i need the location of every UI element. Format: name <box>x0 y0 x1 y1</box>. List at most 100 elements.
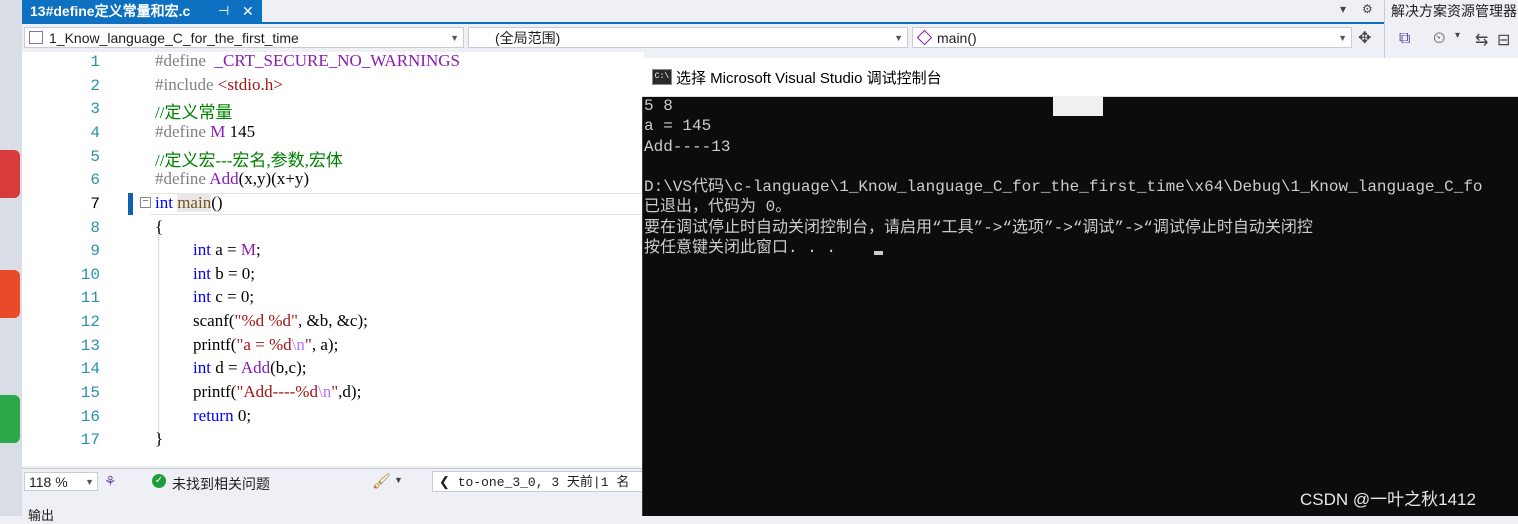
console-app-icon: C:\ <box>652 69 672 85</box>
code-token: M <box>240 240 256 259</box>
project-dropdown[interactable]: 1_Know_language_C_for_the_first_time ▼ <box>24 27 464 48</box>
output-tab-label[interactable]: 输出 <box>28 505 54 524</box>
code-token: scanf( <box>193 311 235 330</box>
line-number: 9 <box>90 242 100 260</box>
line-number: 16 <box>80 408 100 426</box>
watermark: CSDN @一叶之秋1412 <box>1300 490 1476 509</box>
code-line: int d = Add(b,c); <box>193 358 306 378</box>
code-token: a = <box>210 240 241 259</box>
code-token: \n <box>317 382 332 401</box>
code-line: scanf("%d %d", &b, &c); <box>193 311 368 331</box>
chevron-down-icon: ▼ <box>450 33 459 43</box>
tab-list-dropdown-icon[interactable]: ▾ <box>1340 2 1346 16</box>
console-line: 5 8 <box>644 97 673 115</box>
chevron-left-icon: ❮ <box>439 474 450 489</box>
code-token: ; <box>255 240 261 259</box>
code-token: 145 <box>225 122 256 141</box>
history-icon[interactable]: ⏲ <box>1433 30 1445 48</box>
console-line: 已退出，代码为 0。 <box>644 198 792 217</box>
line-number: 2 <box>90 77 100 95</box>
cleanup-brush-icon[interactable]: 🖌 <box>372 472 391 490</box>
code-line: printf("Add----%d\n",d); <box>193 382 361 402</box>
code-token: int <box>193 358 211 377</box>
code-line: //定义常量 <box>155 103 233 122</box>
tab-title: 13#define定义常量和宏.c <box>30 3 191 19</box>
console-line: 按任意键关闭此窗口. . . <box>644 239 837 258</box>
code-token: M <box>205 122 226 141</box>
intellicode-icon[interactable]: ⚘ <box>104 473 117 490</box>
project-dropdown-label: 1_Know_language_C_for_the_first_time <box>49 30 299 46</box>
code-token: "a = %d <box>236 335 292 354</box>
code-token: main <box>177 193 212 212</box>
code-line: int b = 0; <box>193 264 255 284</box>
code-token: <stdio.h> <box>213 75 283 94</box>
scope-dropdown[interactable]: (全局范围) ▼ <box>468 27 908 48</box>
code-token: int <box>193 240 211 259</box>
split-editor-icon[interactable]: ✥ <box>1358 28 1371 48</box>
zoom-dropdown[interactable]: 118 % ▼ <box>24 472 98 491</box>
code-line: #include <stdio.h> <box>155 75 283 95</box>
project-icon <box>29 31 43 44</box>
check-icon: ✓ <box>152 474 166 488</box>
code-token: \n <box>291 335 305 354</box>
close-icon[interactable]: ✕ <box>242 0 254 22</box>
git-blame-box[interactable]: ❮ to-one_3_0, 3 天前|1 名 <box>432 471 644 492</box>
console-line: 要在调试停止时自动关闭控制台，请启用“工具”->“选项”->“调试”->“调试停… <box>644 218 1313 237</box>
function-dropdown-label: main() <box>937 30 977 46</box>
desktop-app-icon[interactable] <box>0 150 20 198</box>
line-number: 4 <box>90 124 100 142</box>
code-line: int a = M; <box>193 240 261 260</box>
chevron-down-icon: ▼ <box>894 33 903 43</box>
code-line: int main() <box>155 193 223 213</box>
line-number: 15 <box>80 384 100 402</box>
line-number: 17 <box>80 431 100 449</box>
function-icon <box>916 29 933 46</box>
git-blame-text: to-one_3_0, 3 天前|1 名 <box>457 475 630 490</box>
vs-icon[interactable]: ⧉ <box>1399 30 1410 48</box>
console-titlebar[interactable]: C:\ 选择 Microsoft Visual Studio 调试控制台 <box>642 58 1518 97</box>
code-line: } <box>155 429 164 448</box>
chevron-down-icon[interactable]: ▾ <box>1455 30 1460 41</box>
code-token: int <box>193 264 211 283</box>
code-token: #define <box>155 169 206 188</box>
navigation-bar: 1_Know_language_C_for_the_first_time ▼ (… <box>22 24 1384 52</box>
code-token: "%d %d" <box>234 311 298 330</box>
settings-gear-icon[interactable]: ⚙ <box>1362 2 1373 16</box>
code-editor[interactable] <box>22 52 644 466</box>
pin-icon[interactable]: ⊣ <box>218 0 229 22</box>
code-line: //定义宏---宏名,参数,宏体 <box>155 151 343 170</box>
desktop-app-icon[interactable] <box>0 395 20 443</box>
chevron-down-icon: ▼ <box>85 477 94 487</box>
collapse-all-icon[interactable]: ⊟ <box>1497 30 1510 50</box>
code-token: ,d); <box>338 382 362 401</box>
editor-status-bar: 118 % ▼ ⚘ ✓ 未找到相关问题 🖌 ▼ ❮ to-one_3_0, 3 … <box>22 468 644 495</box>
desktop-strip <box>0 0 22 516</box>
chevron-down-icon[interactable]: ▼ <box>394 475 403 485</box>
output-panel-header: 输出 <box>22 494 644 523</box>
tab-active-file[interactable]: 13#define定义常量和宏.c ⊣ ✕ <box>22 0 262 22</box>
function-dropdown[interactable]: main() ▼ <box>912 27 1352 48</box>
collapse-toggle-icon[interactable]: − <box>140 197 151 208</box>
code-token: " <box>304 335 312 354</box>
console-cursor <box>874 251 883 255</box>
line-number: 10 <box>80 266 100 284</box>
line-number: 12 <box>80 313 100 331</box>
code-line: return 0; <box>193 406 251 426</box>
issues-status[interactable]: 未找到相关问题 <box>172 474 270 494</box>
line-number: 6 <box>90 171 100 189</box>
console-title: 选择 Microsoft Visual Studio 调试控制台 <box>676 70 942 87</box>
code-line: #define _CRT_SECURE_NO_WARNINGS <box>155 51 460 71</box>
change-marker <box>128 193 133 215</box>
line-number: 5 <box>90 148 100 166</box>
indent-guide <box>158 224 159 438</box>
code-line: { <box>155 217 164 236</box>
code-token: d = <box>210 358 241 377</box>
sync-icon[interactable]: ⇆ <box>1475 30 1488 50</box>
code-token: #define <box>155 51 206 70</box>
line-number: 14 <box>80 360 100 378</box>
desktop-app-icon[interactable] <box>0 270 20 318</box>
console-line: D:\VS代码\c-language\1_Know_language_C_for… <box>644 178 1483 197</box>
code-token: (b,c); <box>270 358 307 377</box>
code-line: int c = 0; <box>193 287 254 307</box>
